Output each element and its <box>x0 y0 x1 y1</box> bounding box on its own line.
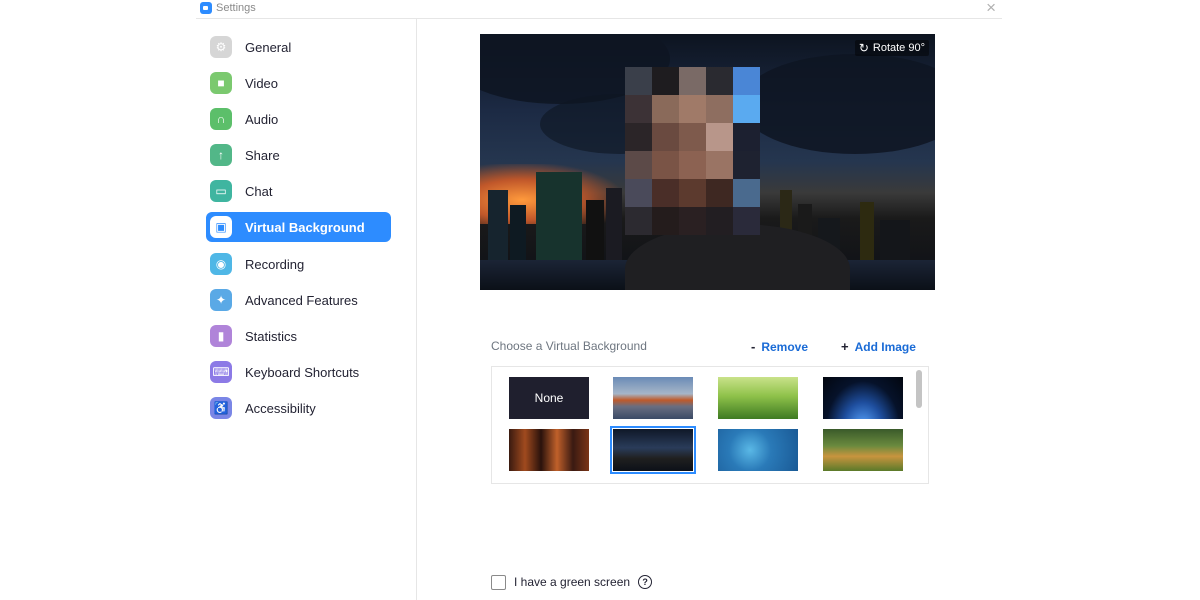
building <box>488 190 508 260</box>
green-screen-label: I have a green screen <box>514 575 631 589</box>
sidebar-item-label: Virtual Background <box>245 219 365 235</box>
headphones-icon: ∩ <box>210 108 232 130</box>
remove-button[interactable]: - Remove <box>751 339 808 354</box>
plus-icon: + <box>841 339 849 354</box>
sidebar-item-label: Video <box>245 75 279 91</box>
title-bar: Settings × <box>196 0 1002 19</box>
choose-background-heading: Choose a Virtual Background <box>491 339 647 353</box>
sidebar-item-advanced-features[interactable]: ✦ Advanced Features <box>206 285 391 315</box>
zoom-app-icon <box>200 2 212 14</box>
sidebar-item-chat[interactable]: ▭ Chat <box>206 176 391 206</box>
rotate-button[interactable]: ↻ Rotate 90° <box>854 40 929 56</box>
sidebar-item-share[interactable]: ↑ Share <box>206 140 391 170</box>
building <box>536 172 582 260</box>
sidebar-item-label: Advanced Features <box>245 292 358 308</box>
green-screen-option: I have a green screen ? <box>491 573 653 591</box>
building <box>510 205 526 260</box>
sidebar-item-accessibility[interactable]: ♿ Accessibility <box>206 393 391 423</box>
recording-icon: ◉ <box>210 253 232 275</box>
thumbnail-scrollbar[interactable] <box>916 370 922 476</box>
close-icon[interactable]: × <box>986 0 996 17</box>
help-icon[interactable]: ? <box>638 575 653 589</box>
sidebar-item-label: Statistics <box>245 328 298 344</box>
minus-icon: - <box>751 339 756 354</box>
keyboard-icon: ⌨ <box>210 361 232 383</box>
sidebar-item-label: Audio <box>245 111 279 127</box>
sidebar-item-label: General <box>245 39 292 55</box>
sidebar-item-virtual-background[interactable]: ▣ Virtual Background <box>206 212 391 242</box>
virtual-background-icon: ▣ <box>210 216 232 238</box>
cloud <box>740 54 935 154</box>
accessibility-icon: ♿ <box>210 397 232 419</box>
gear-icon: ⚙ <box>210 36 232 58</box>
sidebar-item-recording[interactable]: ◉ Recording <box>206 249 391 279</box>
rotate-icon: ↻ <box>858 41 869 55</box>
sidebar-item-label: Share <box>245 147 280 163</box>
sidebar-item-label: Recording <box>245 256 305 272</box>
thumbnail-dog-in-park[interactable] <box>823 429 903 471</box>
building <box>606 188 622 260</box>
thumbnail-city-skyline-night[interactable] <box>610 426 696 474</box>
pixelated-face <box>625 67 760 235</box>
video-preview: ↻ Rotate 90° <box>480 34 935 290</box>
window-title: Settings <box>216 2 256 14</box>
building <box>880 220 910 260</box>
sidebar-item-audio[interactable]: ∩ Audio <box>206 104 391 134</box>
video-camera-icon: ■ <box>210 72 232 94</box>
sidebar-item-label: Chat <box>245 183 273 199</box>
sidebar-item-video[interactable]: ■ Video <box>206 68 391 98</box>
sparkle-icon: ✦ <box>210 289 232 311</box>
green-screen-checkbox[interactable] <box>491 574 506 590</box>
thumbnail-world-map-network[interactable] <box>718 429 798 471</box>
sidebar-item-general[interactable]: ⚙ General <box>206 32 391 62</box>
thumbnail-none-label: None <box>534 391 564 405</box>
bar-chart-icon: ▮ <box>210 325 232 347</box>
sidebar-item-label: Keyboard Shortcuts <box>245 364 360 380</box>
thumbnail-earth-from-space[interactable] <box>823 377 903 419</box>
add-image-button[interactable]: + Add Image <box>841 339 916 354</box>
thumbnail-night-street[interactable] <box>509 429 589 471</box>
settings-sidebar: ⚙ General ■ Video ∩ Audio ↑ Share ▭ Chat… <box>196 19 417 600</box>
sidebar-item-keyboard-shortcuts[interactable]: ⌨ Keyboard Shortcuts <box>206 357 391 387</box>
thumbnail-golden-gate-bridge[interactable] <box>613 377 693 419</box>
sidebar-item-label: Accessibility <box>245 400 316 416</box>
chat-bubble-icon: ▭ <box>210 180 232 202</box>
building <box>586 200 604 260</box>
thumbnail-grass[interactable] <box>718 377 798 419</box>
building <box>860 202 874 260</box>
sidebar-item-statistics[interactable]: ▮ Statistics <box>206 321 391 351</box>
remove-label: Remove <box>761 339 809 354</box>
rotate-label: Rotate 90° <box>872 42 925 54</box>
share-screen-icon: ↑ <box>210 144 232 166</box>
scrollbar-thumb[interactable] <box>916 370 922 408</box>
add-image-label: Add Image <box>854 339 916 354</box>
thumbnail-none[interactable]: None <box>509 377 589 419</box>
